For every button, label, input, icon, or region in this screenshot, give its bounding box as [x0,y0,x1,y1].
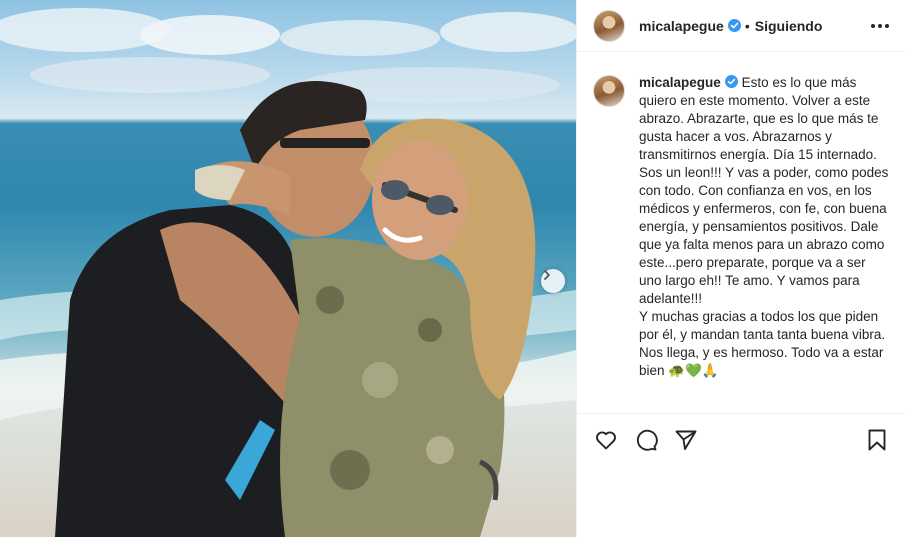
share-button[interactable] [673,427,699,453]
beach-photo-illustration [0,8,576,537]
more-options-icon[interactable] [869,20,891,32]
following-button[interactable]: Siguiendo [755,18,823,34]
caption-body: Esto es lo que más quiero en este moment… [639,75,889,378]
next-photo-button[interactable] [541,269,565,293]
post-header: micalapegue • Siguiendo [577,0,905,52]
avatar[interactable] [593,9,625,42]
separator-dot: • [744,17,750,34]
username-link[interactable]: micalapegue [639,18,724,34]
caption-block: micalapegue Esto es lo que más quiero en… [577,52,905,414]
comment-icon [636,429,658,451]
post-side-panel: micalapegue • Siguiendo micalapegue Esto… [576,0,905,537]
save-button[interactable] [864,427,890,453]
verified-badge-icon [727,19,741,32]
heart-icon [596,431,616,449]
paper-plane-icon [675,430,697,450]
chevron-right-icon [544,270,550,280]
caption-avatar[interactable] [593,75,625,107]
bookmark-icon [868,429,886,450]
post-photo[interactable] [0,0,576,537]
comment-button[interactable] [633,427,659,453]
action-bar [577,413,905,465]
verified-badge-icon [724,75,738,88]
caption-username-link[interactable]: micalapegue [639,75,721,90]
caption-text: micalapegue Esto es lo que más quiero en… [639,74,889,414]
like-button[interactable] [593,427,619,453]
